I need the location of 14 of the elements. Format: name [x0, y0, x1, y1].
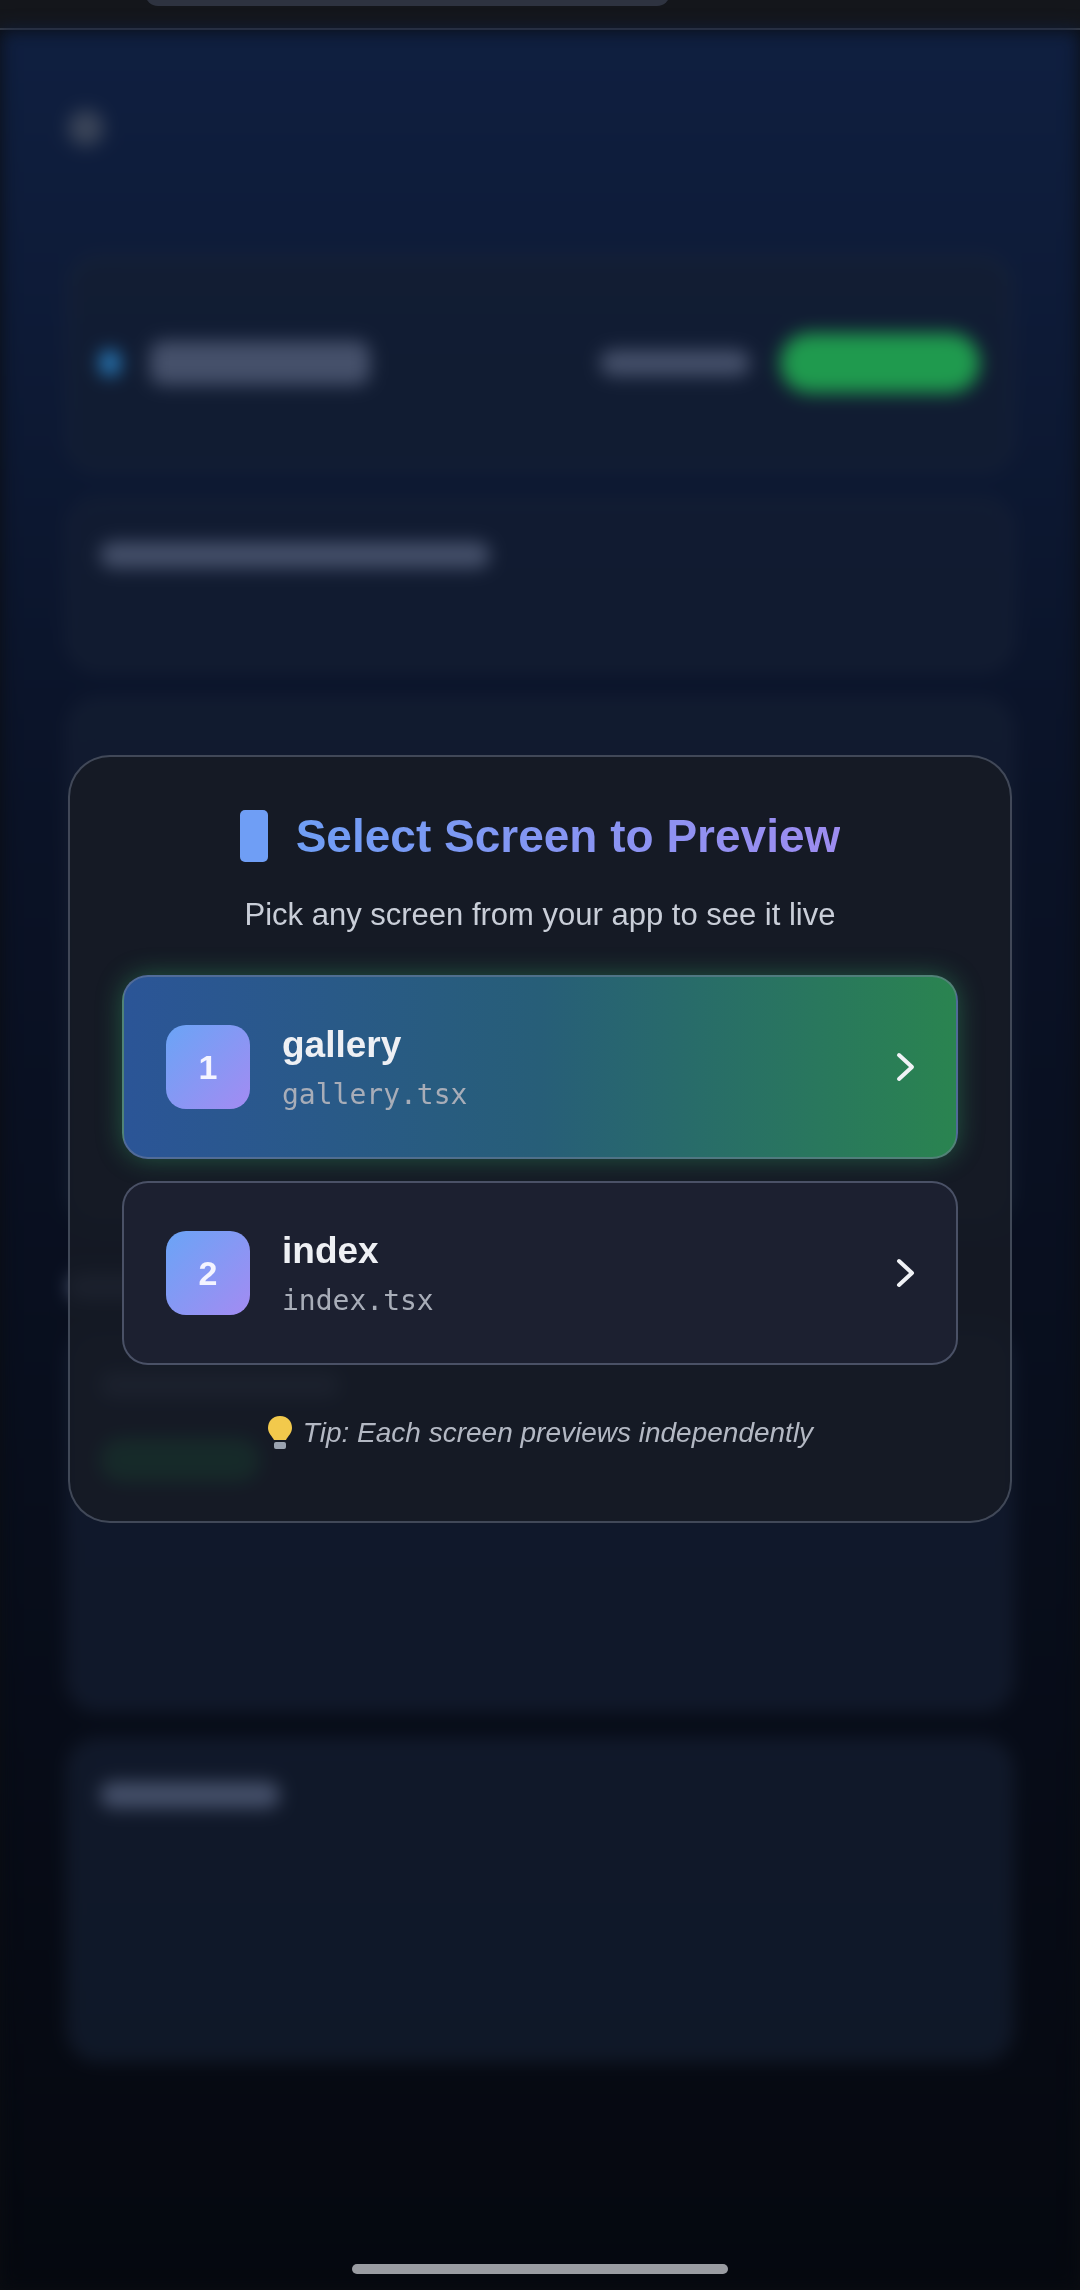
screen-option[interactable]: 2 index index.tsx: [122, 1181, 958, 1365]
screen-option[interactable]: 1 gallery gallery.tsx: [122, 975, 958, 1159]
number-badge: 1: [166, 1025, 250, 1109]
phone-icon: [239, 810, 268, 862]
dialog-subtitle: Pick any screen from your app to see it live: [244, 897, 836, 933]
light-bulb-icon: [266, 1415, 293, 1451]
screen-name: index: [282, 1229, 380, 1272]
chevron-right-icon: [896, 1258, 916, 1288]
chevron-right-icon: [896, 1052, 916, 1082]
tip-text: Tip: Each screen previews independently: [302, 1417, 814, 1449]
file-name: gallery.tsx: [282, 1077, 469, 1111]
number-badge: 2: [166, 1231, 250, 1315]
file-name: index.tsx: [282, 1283, 435, 1317]
screen-name: gallery: [282, 1023, 403, 1066]
